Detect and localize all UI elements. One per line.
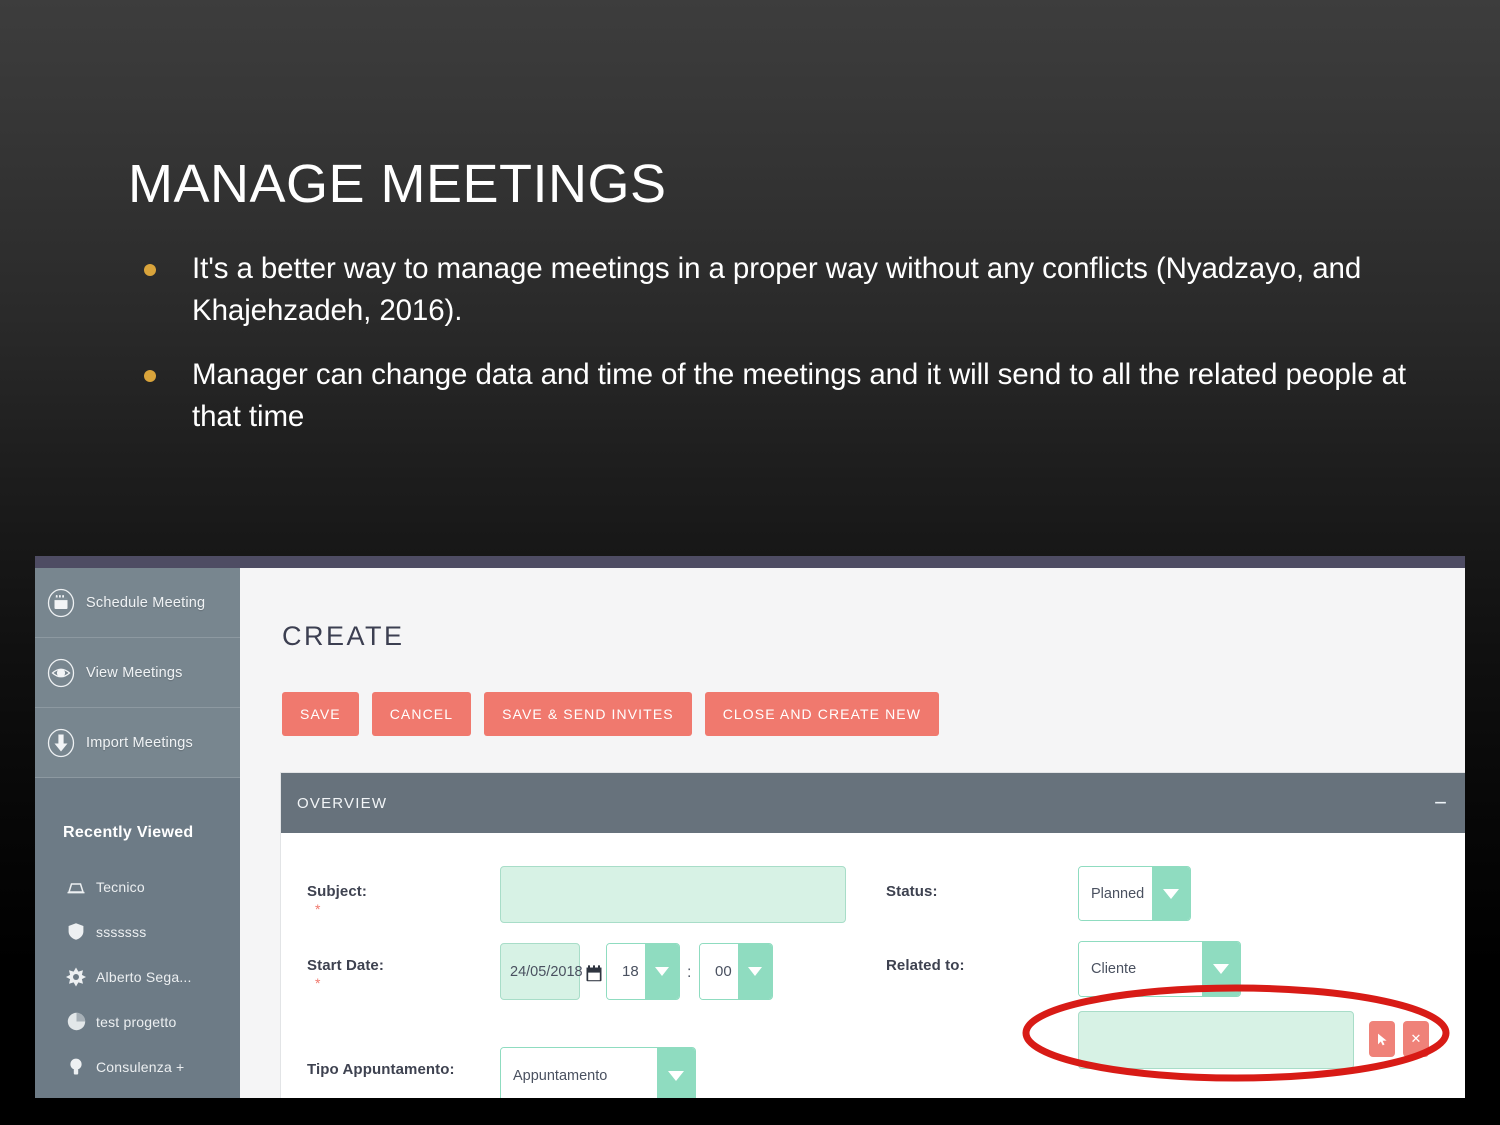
overview-panel: OVERVIEW − Subject: * Start Date: * 24/0… — [280, 772, 1465, 1098]
sidebar-item-import-meetings[interactable]: Import Meetings — [35, 708, 240, 778]
tipo-appuntamento-value: Appuntamento — [501, 1048, 657, 1098]
tipo-appuntamento-label: Tipo Appuntamento: — [307, 1061, 455, 1078]
recently-viewed-list: Tecnico sssssss Alberto Sega... test pro… — [35, 864, 240, 1089]
status-label: Status: — [886, 883, 938, 900]
calendar-picker-icon[interactable] — [586, 965, 602, 982]
save-and-send-invites-button[interactable]: SAVE & SEND INVITES — [484, 692, 692, 736]
recently-viewed-heading: Recently Viewed — [63, 824, 194, 841]
list-item[interactable]: test progetto — [35, 999, 240, 1044]
page-title: MANAGE MEETINGS — [128, 154, 667, 214]
start-date-label: Start Date: — [307, 957, 384, 974]
app-main-content: CREATE SAVE CANCEL SAVE & SEND INVITES C… — [240, 568, 1465, 1098]
embedded-app-screenshot: Schedule Meeting View Meetings Import Me… — [35, 556, 1465, 1098]
list-item[interactable]: Tecnico — [35, 864, 240, 909]
clear-lookup-button[interactable]: ✕ — [1403, 1021, 1429, 1057]
subject-label: Subject: — [307, 883, 367, 900]
action-button-row: SAVE CANCEL SAVE & SEND INVITES CLOSE AN… — [282, 692, 952, 736]
start-date-required-marker: * — [315, 975, 321, 991]
briefcase-icon — [65, 877, 87, 897]
subject-required-marker: * — [315, 901, 321, 917]
pie-chart-icon — [65, 1012, 87, 1032]
related-to-label: Related to: — [886, 957, 965, 974]
bullet-list: It's a better way to manage meetings in … — [130, 248, 1440, 460]
shield-icon — [65, 922, 87, 942]
minute-value: 00 — [700, 944, 738, 999]
sidebar-item-label: Import Meetings — [86, 734, 193, 751]
related-to-select[interactable]: Cliente — [1078, 941, 1241, 997]
chevron-down-icon[interactable] — [1152, 867, 1190, 920]
sidebar-item-label: View Meetings — [86, 664, 183, 681]
bullet-text: It's a better way to manage meetings in … — [192, 252, 1362, 327]
close-and-create-new-button[interactable]: CLOSE AND CREATE NEW — [704, 692, 940, 736]
chevron-down-icon[interactable] — [645, 944, 679, 999]
starburst-icon — [65, 967, 87, 987]
minute-stepper[interactable]: 00 — [699, 943, 773, 1000]
minimize-icon[interactable]: − — [1434, 792, 1447, 814]
list-item-label: Alberto Sega... — [96, 968, 192, 985]
sidebar-item-view-meetings[interactable]: View Meetings — [35, 638, 240, 708]
lightbulb-icon — [65, 1057, 87, 1077]
list-item[interactable]: Alberto Sega... — [35, 954, 240, 999]
app-topbar — [35, 556, 1465, 568]
cancel-button[interactable]: CANCEL — [371, 692, 472, 736]
subject-input[interactable] — [500, 866, 846, 923]
overview-panel-body: Subject: * Start Date: * 24/05/2018 18:… — [281, 833, 1465, 1098]
bullet-dot-icon — [144, 264, 156, 276]
list-item-label: sssssss — [96, 923, 147, 940]
bullet-dot-icon — [144, 369, 156, 382]
eye-icon — [47, 658, 75, 688]
related-to-value: Cliente — [1079, 942, 1202, 996]
slide-bottom-edge — [0, 1098, 1500, 1125]
sidebar-item-schedule-meeting[interactable]: Schedule Meeting — [35, 568, 240, 638]
sidebar-item-label: Schedule Meeting — [86, 594, 206, 611]
list-item: It's a better way to manage meetings in … — [130, 248, 1440, 332]
start-date-input[interactable]: 24/05/2018 — [500, 943, 583, 1000]
list-item-label: test progetto — [96, 1013, 177, 1030]
select-lookup-button[interactable] — [1369, 1021, 1395, 1057]
list-item-label: Consulenza + — [96, 1058, 185, 1075]
slide-background: MANAGE MEETINGS It's a better way to man… — [0, 0, 1500, 1125]
related-to-lookup-input[interactable] — [1078, 1011, 1354, 1069]
chevron-down-icon[interactable] — [1202, 942, 1240, 996]
app-sidebar: Schedule Meeting View Meetings Import Me… — [35, 568, 240, 1098]
list-item[interactable]: Consulenza + — [35, 1044, 240, 1089]
status-value: Planned — [1079, 867, 1152, 920]
bullet-text: Manager can change data and time of the … — [192, 357, 1407, 433]
download-arrow-icon — [47, 728, 75, 758]
save-button[interactable]: SAVE — [282, 692, 359, 736]
overview-panel-header: OVERVIEW − — [281, 773, 1465, 833]
overview-panel-title: OVERVIEW — [297, 794, 388, 812]
create-page-title: CREATE — [282, 621, 405, 651]
tipo-appuntamento-select[interactable]: Appuntamento — [500, 1047, 696, 1098]
list-item-label: Tecnico — [96, 878, 145, 895]
calendar-icon — [47, 588, 75, 618]
chevron-down-icon[interactable] — [738, 944, 772, 999]
status-select[interactable]: Planned — [1078, 866, 1191, 921]
time-separator: : — [687, 964, 692, 981]
chevron-down-icon[interactable] — [657, 1048, 695, 1098]
hour-stepper[interactable]: 18 — [606, 943, 680, 1000]
hour-value: 18 — [607, 944, 645, 999]
list-item[interactable]: sssssss — [35, 909, 240, 954]
list-item: Manager can change data and time of the … — [130, 354, 1440, 438]
cursor-arrow-icon — [1377, 1033, 1387, 1045]
